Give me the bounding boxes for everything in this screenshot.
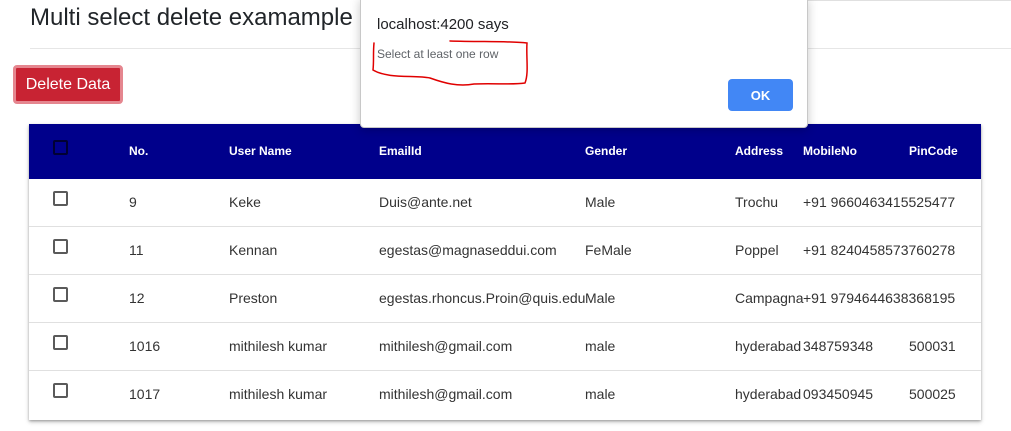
- dialog-title: localhost:4200 says: [377, 16, 509, 33]
- table-row: 11 Kennan egestas@magnaseddui.com FeMale…: [29, 227, 981, 275]
- cell-address: Poppel: [735, 242, 779, 258]
- row-checkbox[interactable]: [53, 239, 68, 254]
- header-gender: Gender: [585, 144, 628, 158]
- cell-mobile: +91 9794644638368195: [803, 290, 956, 306]
- row-checkbox[interactable]: [53, 383, 68, 398]
- header-mobile: MobileNo: [803, 144, 857, 158]
- cell-address: hyderabad: [735, 386, 802, 402]
- table-row: 1017 mithilesh kumar mithilesh@gmail.com…: [29, 371, 981, 419]
- select-all-checkbox[interactable]: [53, 140, 68, 155]
- cell-user-name: mithilesh kumar: [229, 386, 328, 402]
- cell-no: 9: [129, 194, 137, 210]
- cell-pincode: 500031: [909, 338, 956, 354]
- cell-gender: Male: [585, 290, 616, 306]
- row-checkbox[interactable]: [53, 335, 68, 350]
- cell-no: 1016: [129, 338, 161, 354]
- cell-user-name: mithilesh kumar: [229, 338, 328, 354]
- row-checkbox[interactable]: [53, 191, 68, 206]
- ok-button[interactable]: OK: [728, 79, 793, 111]
- cell-email: mithilesh@gmail.com: [379, 338, 513, 354]
- cell-gender: Male: [585, 194, 616, 210]
- header-address: Address: [735, 144, 784, 158]
- cell-mobile: 093450945: [803, 386, 874, 402]
- table-row: 9 Keke Duis@ante.net Male Trochu +91 966…: [29, 179, 981, 227]
- cell-gender: male: [585, 386, 616, 402]
- cell-mobile: 348759348: [803, 338, 874, 354]
- cell-gender: FeMale: [585, 242, 632, 258]
- cell-address: hyderabad: [735, 338, 802, 354]
- cell-pincode: 500025: [909, 386, 956, 402]
- table-header: No. User Name EmailId Gender Address Mob…: [29, 124, 981, 179]
- cell-address: Trochu: [735, 194, 779, 210]
- header-no: No.: [129, 144, 149, 158]
- cell-email: Duis@ante.net: [379, 194, 472, 210]
- delete-data-button[interactable]: Delete Data: [13, 65, 123, 104]
- header-pincode: PinCode: [909, 144, 958, 158]
- cell-no: 1017: [129, 386, 161, 402]
- users-table: No. User Name EmailId Gender Address Mob…: [29, 124, 981, 420]
- header-email: EmailId: [379, 144, 422, 158]
- cell-mobile: +91 9660463415525477: [803, 194, 956, 210]
- table-row: 12 Preston egestas.rhoncus.Proin@quis.ed…: [29, 275, 981, 323]
- cell-user-name: Keke: [229, 194, 261, 210]
- cell-user-name: Kennan: [229, 242, 278, 258]
- cell-email: egestas.rhoncus.Proin@quis.edu: [379, 290, 586, 306]
- cell-gender: male: [585, 338, 616, 354]
- header-user-name: User Name: [229, 144, 292, 158]
- cell-user-name: Preston: [229, 290, 278, 306]
- cell-no: 12: [129, 290, 145, 306]
- cell-email: egestas@magnaseddui.com: [379, 242, 557, 258]
- cell-mobile: +91 8240458573760278: [803, 242, 956, 258]
- row-checkbox[interactable]: [53, 287, 68, 302]
- cell-no: 11: [129, 242, 144, 258]
- page-title: Multi select delete examample: [30, 4, 353, 31]
- cell-email: mithilesh@gmail.com: [379, 386, 513, 402]
- page: Multi select delete examample Delete Dat…: [0, 0, 1011, 431]
- red-annotation-circle: [372, 40, 528, 86]
- table-row: 1016 mithilesh kumar mithilesh@gmail.com…: [29, 323, 981, 371]
- alert-dialog: localhost:4200 says Select at least one …: [360, 0, 808, 128]
- cell-address: Campagna: [735, 290, 804, 306]
- top-divider: [780, 0, 1011, 1]
- dialog-message: Select at least one row: [377, 47, 499, 61]
